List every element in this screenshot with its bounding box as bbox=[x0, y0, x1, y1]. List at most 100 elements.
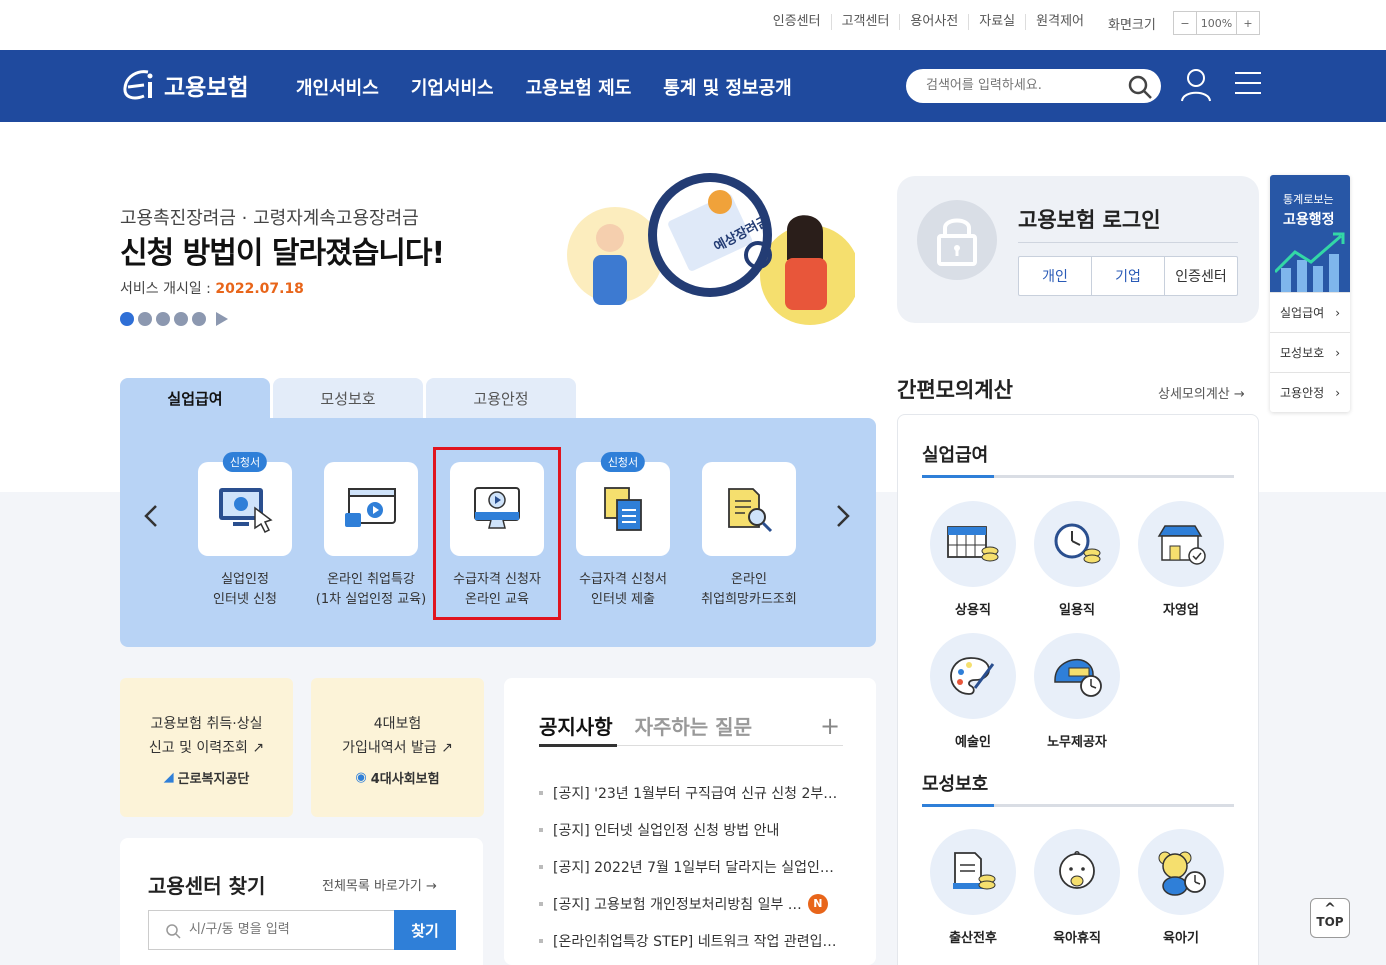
service-label-line1: 실업인정 bbox=[221, 572, 269, 587]
list-item[interactable]: [온라인취업특강 STEP] 네트워크 작업 관련입… bbox=[539, 922, 843, 959]
hero-date: 서비스 개시일 : 2022.07.18 bbox=[120, 278, 304, 298]
service-label-line1: 수급자격 신청서 bbox=[579, 572, 667, 587]
zoom-in-button[interactable]: + bbox=[1237, 12, 1259, 34]
card-source-label: 4대사회보험 bbox=[370, 772, 440, 787]
service-label: 온라인 취업희망카드조회 bbox=[674, 570, 824, 610]
service-label-line1: 온라인 bbox=[731, 572, 767, 587]
scroll-top-button[interactable]: ^ TOP bbox=[1310, 898, 1350, 938]
card-line1: 고용보험 취득·상실 bbox=[150, 716, 263, 732]
zoom-label: 화면크기 bbox=[1108, 18, 1156, 33]
calc-panel: 실업급여 상용직 일용직 자영업 예술인 노무제공자 모성보호 출산전후 육아휴… bbox=[897, 414, 1259, 965]
card-acquisition-loss[interactable]: 고용보험 취득·상실 신고 및 이력조회 ↗ ◢ 근로복지공단 bbox=[120, 678, 293, 817]
palette-icon bbox=[930, 633, 1016, 719]
find-button[interactable]: 찾기 bbox=[394, 910, 456, 950]
service-label-line2: 인터넷 신청 bbox=[213, 592, 277, 607]
menu-statistics[interactable]: 통계 및 정보공개 bbox=[663, 74, 791, 100]
application-badge: 신청서 bbox=[600, 452, 646, 472]
baby-face-icon bbox=[1034, 829, 1120, 915]
list-item[interactable]: [공지] 2022년 7월 1일부터 달라지는 실업인… bbox=[539, 848, 843, 885]
calc-title: 간편모의계산 bbox=[897, 378, 1013, 402]
logo-text: 고용보험 bbox=[164, 75, 249, 101]
calc-item-regular[interactable]: 상용직 bbox=[921, 501, 1025, 618]
util-link-library[interactable]: 자료실 bbox=[968, 14, 1025, 30]
chevron-right-icon: › bbox=[1335, 305, 1340, 320]
hero-title[interactable]: 신청 방법이 달라졌습니다! bbox=[120, 228, 445, 272]
util-link-auth[interactable]: 인증센터 bbox=[763, 14, 831, 30]
list-item[interactable]: [공지] '23년 1월부터 구직급여 신규 신청 2부… bbox=[539, 774, 843, 811]
chevron-left-icon[interactable] bbox=[142, 504, 162, 528]
util-link-remote[interactable]: 원격제어 bbox=[1025, 14, 1094, 30]
external-link-icon: ↗ bbox=[441, 740, 453, 756]
site-logo[interactable]: 고용보험 bbox=[120, 66, 249, 104]
tab-maternity[interactable]: 모성보호 bbox=[273, 378, 423, 418]
login-panel: 고용보험 로그인 개인 기업 인증센터 bbox=[897, 176, 1259, 323]
calc-item-daily[interactable]: 일용직 bbox=[1025, 501, 1129, 618]
carousel-dot-5[interactable] bbox=[192, 312, 206, 326]
card-four-insurance[interactable]: 4대보험 가입내역서 발급 ↗ ◉ 4대사회보험 bbox=[311, 678, 484, 817]
carousel-dot-4[interactable] bbox=[174, 312, 188, 326]
login-title: 고용보험 로그인 bbox=[1018, 208, 1161, 232]
carousel-dot-2[interactable] bbox=[138, 312, 152, 326]
search-input[interactable] bbox=[926, 78, 1116, 93]
tab-unemployment[interactable]: 실업급여 bbox=[120, 378, 270, 418]
insurance-logo-icon: ◉ bbox=[355, 770, 367, 785]
region-search-input[interactable] bbox=[189, 922, 379, 937]
menu-insurance-system[interactable]: 고용보험 제도 bbox=[526, 74, 632, 100]
calc-item-label: 자영업 bbox=[1163, 603, 1199, 618]
search-icon[interactable] bbox=[1127, 74, 1153, 100]
side-item-stability[interactable]: 고용안정 › bbox=[1270, 372, 1350, 412]
external-link-icon: ↗ bbox=[252, 740, 265, 756]
util-link-customer[interactable]: 고객센터 bbox=[830, 14, 900, 30]
carousel-dot-1[interactable] bbox=[120, 312, 134, 326]
top-label: TOP bbox=[1316, 915, 1344, 929]
tab-stability[interactable]: 고용안정 bbox=[426, 378, 576, 418]
card-line2: 신고 및 이력조회 bbox=[148, 740, 248, 756]
calc-section-maternity: 모성보호 bbox=[922, 774, 989, 795]
chevron-up-icon: ^ bbox=[1324, 901, 1336, 917]
calc-item-childcare[interactable]: 육아기 bbox=[1129, 829, 1233, 946]
lock-icon bbox=[917, 200, 997, 280]
calc-item-parental-leave[interactable]: 육아휴직 bbox=[1025, 829, 1129, 946]
notice-board: 공지사항 자주하는 질문 + [공지] '23년 1월부터 구직급여 신규 신청… bbox=[504, 678, 876, 965]
main-nav: 고용보험 개인서비스 기업서비스 고용보험 제도 통계 및 정보공개 bbox=[0, 50, 1386, 122]
notice-title: [공지] 고용보험 개인정보처리방침 일부 … bbox=[553, 896, 802, 913]
calc-item-label: 일용직 bbox=[1059, 603, 1095, 618]
detailed-calc-link[interactable]: 상세모의계산 → bbox=[1158, 383, 1245, 402]
side-item-unemployment[interactable]: 실업급여 › bbox=[1270, 292, 1350, 332]
calc-item-label: 상용직 bbox=[955, 603, 991, 618]
list-item[interactable]: [공지] 고용보험 개인정보처리방침 일부 … N bbox=[539, 885, 843, 922]
finder-title: 고용센터 찾기 bbox=[148, 874, 266, 898]
login-certificate-button[interactable]: 인증센터 bbox=[1164, 257, 1237, 295]
card-source: ◉ 4대사회보험 bbox=[311, 768, 484, 787]
stats-banner[interactable]: 통계로보는 고용행정 bbox=[1270, 175, 1350, 292]
side-item-maternity[interactable]: 모성보호 › bbox=[1270, 332, 1350, 372]
carousel-dot-3[interactable] bbox=[156, 312, 170, 326]
menu-hamburger-icon[interactable] bbox=[1235, 72, 1261, 96]
calc-item-laborer[interactable]: 노무제공자 bbox=[1025, 633, 1129, 750]
calc-item-artist[interactable]: 예술인 bbox=[921, 633, 1025, 750]
hero-illustration: 예상장려금 bbox=[567, 173, 855, 325]
service-job-card-lookup[interactable]: 온라인 취업희망카드조회 bbox=[674, 462, 824, 610]
util-link-glossary[interactable]: 용어사전 bbox=[899, 14, 968, 30]
tab-faq[interactable]: 자주하는 질문 bbox=[635, 711, 752, 740]
new-badge: N bbox=[807, 893, 828, 914]
list-item[interactable]: [공지] 인터넷 실업인정 신청 방법 안내 bbox=[539, 811, 843, 848]
chevron-right-icon[interactable] bbox=[832, 504, 852, 528]
carousel-play-icon[interactable] bbox=[216, 312, 228, 326]
finder-all-link[interactable]: 전체목록 바로가기 → bbox=[322, 875, 437, 894]
tab-notice[interactable]: 공지사항 bbox=[539, 711, 613, 740]
login-personal-button[interactable]: 개인 bbox=[1019, 257, 1091, 295]
login-business-button[interactable]: 기업 bbox=[1091, 257, 1164, 295]
application-badge: 신청서 bbox=[222, 452, 268, 472]
zoom-out-button[interactable]: − bbox=[1174, 12, 1196, 34]
clock-coins-icon bbox=[1034, 501, 1120, 587]
card-line2: 가입내역서 발급 bbox=[342, 740, 437, 756]
calc-item-prenatal[interactable]: 출산전후 bbox=[921, 829, 1025, 946]
calc-item-selfemployed[interactable]: 자영업 bbox=[1129, 501, 1233, 618]
calc-item-label: 육아기 bbox=[1163, 931, 1199, 946]
user-icon[interactable] bbox=[1180, 68, 1212, 102]
menu-personal-service[interactable]: 개인서비스 bbox=[296, 74, 379, 100]
menu-business-service[interactable]: 기업서비스 bbox=[411, 74, 494, 100]
search-icon bbox=[166, 924, 181, 939]
more-plus-icon[interactable]: + bbox=[820, 712, 840, 740]
